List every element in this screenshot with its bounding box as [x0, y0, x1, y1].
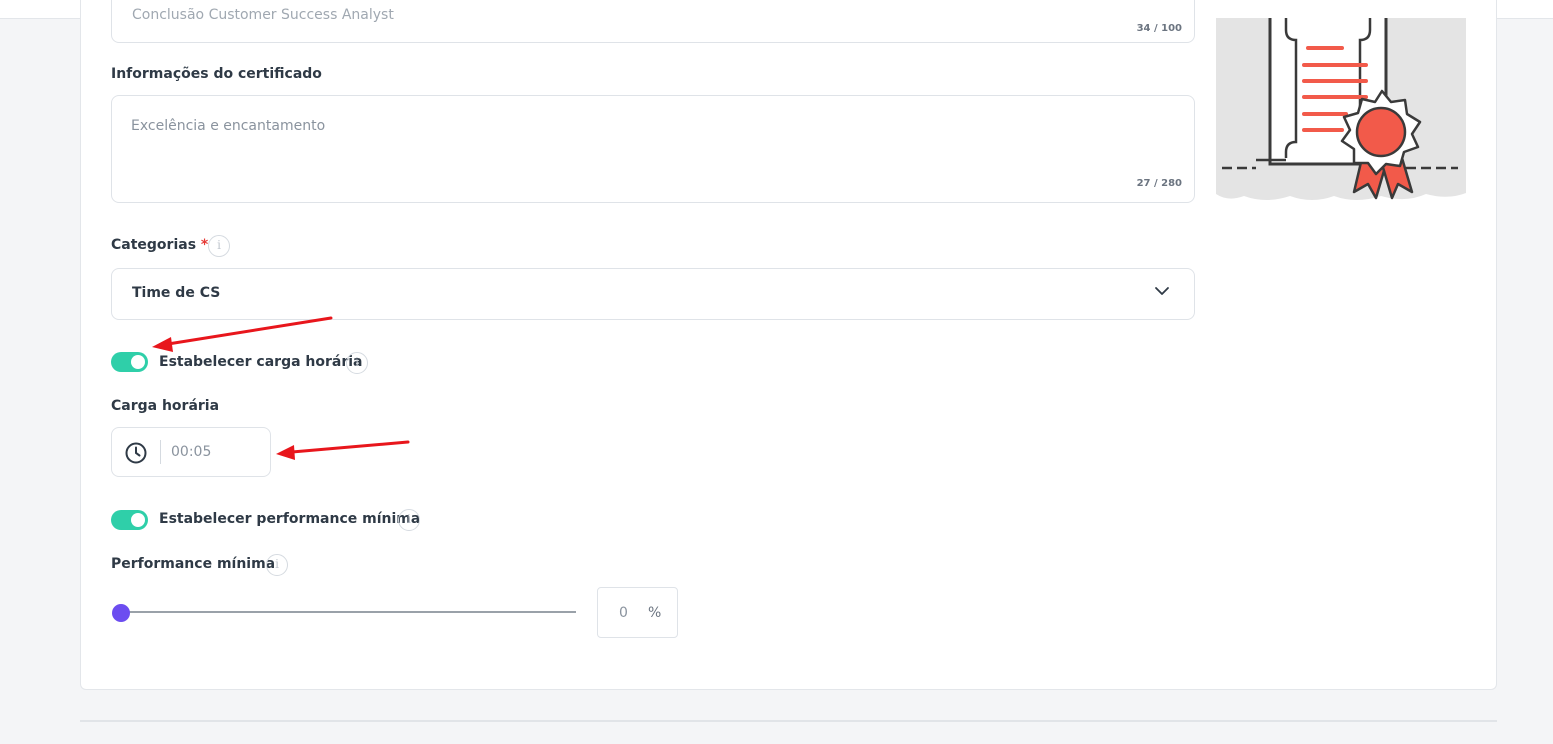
workload-label: Carga horária — [111, 398, 220, 414]
workload-toggle-label: Estabelecer carga horária — [159, 354, 363, 370]
performance-label: Performance mínima — [111, 556, 276, 572]
workload-info-icon[interactable]: i — [346, 352, 368, 374]
toggle-knob — [131, 355, 145, 369]
title-field-counter: 34 / 100 — [1136, 23, 1182, 34]
performance-slider-track[interactable] — [118, 611, 576, 613]
categories-info-icon[interactable]: i — [208, 235, 230, 257]
categories-selected-value: Time de CS — [132, 285, 221, 301]
performance-info-icon[interactable]: i — [266, 554, 288, 576]
workload-value: 00:05 — [171, 444, 212, 460]
title-field-value: Conclusão Customer Success Analyst — [132, 7, 394, 23]
certificate-info-textarea[interactable]: Excelência e encantamento 27 / 280 — [111, 95, 1195, 203]
title-field[interactable]: Conclusão Customer Success Analyst 34 / … — [111, 0, 1195, 43]
certificate-illustration — [1216, 18, 1466, 200]
performance-toggle-label: Estabelecer performance mínima — [159, 511, 421, 527]
performance-slider-thumb[interactable] — [112, 604, 130, 622]
toggle-knob — [131, 513, 145, 527]
performance-input[interactable]: 0 % — [597, 587, 678, 638]
certificate-info-label: Informações do certificado — [111, 66, 322, 82]
categories-label: Categorias * — [111, 237, 209, 253]
performance-toggle[interactable] — [111, 510, 148, 530]
percent-unit: % — [648, 605, 662, 621]
certificate-info-value: Excelência e encantamento — [131, 118, 326, 134]
page-divider — [80, 720, 1497, 722]
categories-select[interactable]: Time de CS — [111, 268, 1195, 320]
certificate-info-counter: 27 / 280 — [1136, 178, 1182, 189]
workload-time-input[interactable]: 00:05 — [111, 427, 271, 477]
performance-value: 0 — [619, 605, 628, 621]
input-separator — [160, 440, 161, 464]
chevron-down-icon — [1155, 287, 1169, 295]
performance-toggle-info-icon[interactable]: i — [398, 509, 420, 531]
clock-icon — [125, 442, 147, 464]
workload-toggle[interactable] — [111, 352, 148, 372]
